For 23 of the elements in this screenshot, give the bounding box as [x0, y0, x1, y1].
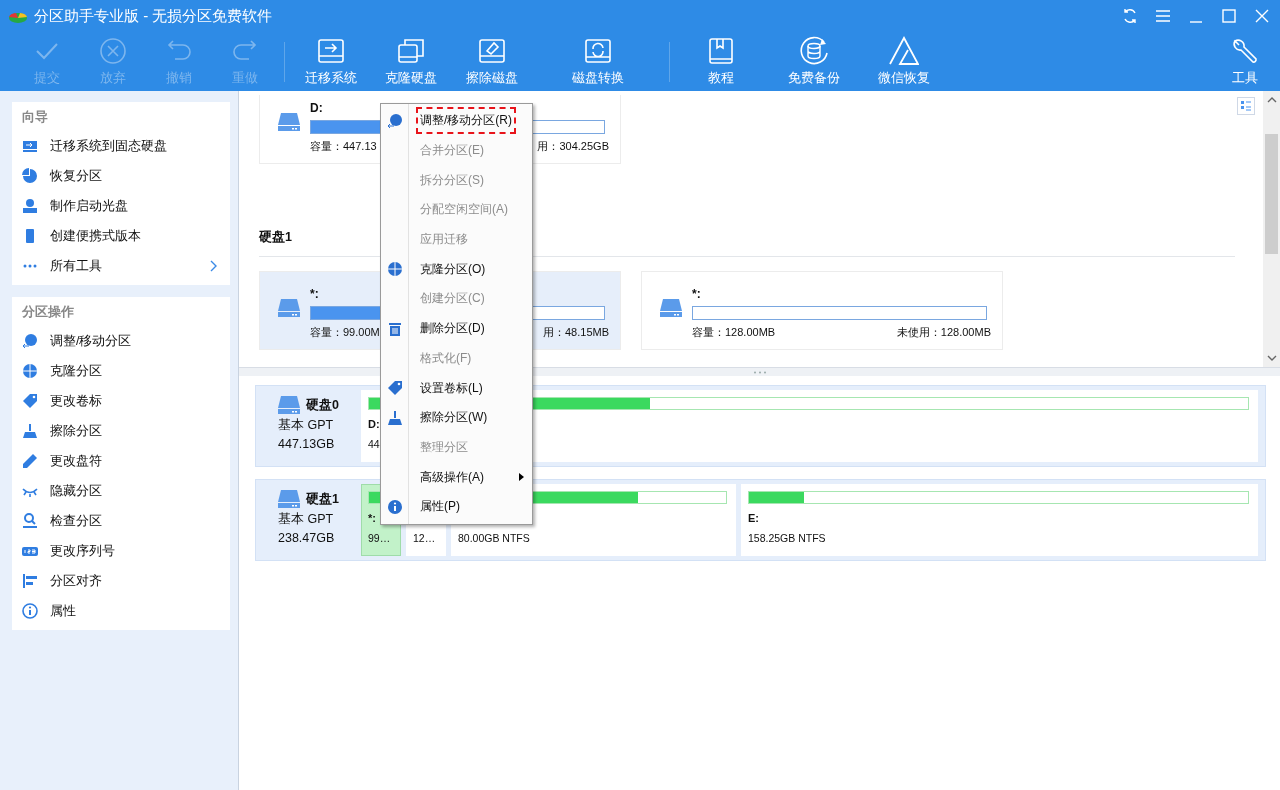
window-title: 分区助手专业版 - 无损分区免费软件 [34, 6, 274, 26]
capacity-text: 容量：447.13 [310, 139, 377, 154]
section-heading: 分区操作 [21, 303, 75, 321]
unused-text: 用：48.15MB [542, 325, 609, 340]
partition-label: E: [748, 512, 759, 524]
section-heading: 向导 [21, 108, 49, 126]
disk-size: 238.47GB [278, 531, 336, 545]
unused-text: 用：304.25GB [537, 139, 609, 154]
partition-info: 12… [413, 532, 436, 544]
partition-info: 158.25GB NTFS [748, 532, 826, 544]
partition-info: 99… [368, 532, 391, 544]
partition-label: *: [368, 512, 376, 524]
disk-type: 基本 GPT [278, 417, 335, 434]
capacity-text: 容量：99.00M [310, 325, 380, 340]
partition-label: D: [368, 418, 380, 430]
partition-info: 80.00GB NTFS [458, 532, 530, 544]
partition-info: 44 [368, 438, 380, 450]
unused-text: 未使用：128.00MB [896, 325, 991, 340]
disk-size: 447.13GB [278, 437, 336, 451]
disk-type: 基本 GPT [278, 511, 335, 528]
disk-name: 硬盘0 [306, 396, 339, 414]
disk-name: 硬盘1 [306, 490, 339, 508]
capacity-text: 容量：128.00MB [692, 325, 776, 340]
